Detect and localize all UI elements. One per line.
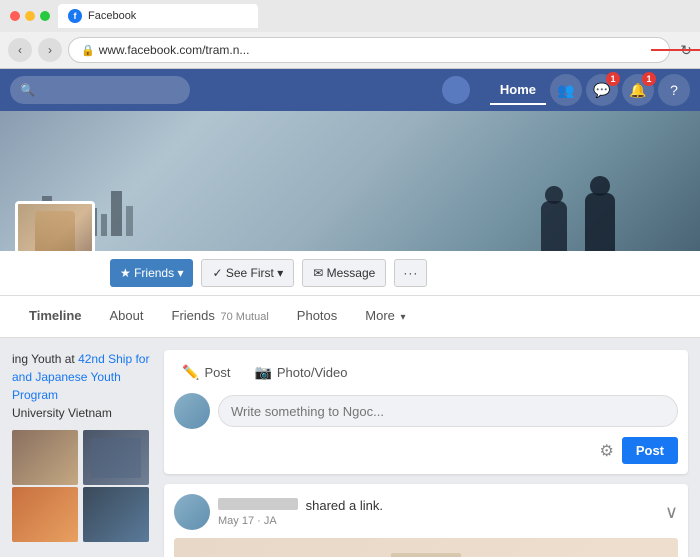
profile-avatar-image [18,204,92,251]
nav-right: Home 👥 💬 1 🔔 1 ? [442,74,690,106]
profile-cover [0,111,700,251]
composer-footer: ⚙ Post [174,437,678,464]
browser-tab[interactable]: f Facebook [58,4,258,28]
expand-icon[interactable]: ∨ [665,502,678,523]
left-sidebar: ing Youth at 42nd Ship for and Japanese … [12,350,152,553]
home-link[interactable]: Home [490,76,546,105]
forward-button[interactable]: › [38,38,62,62]
back-button[interactable]: ‹ [8,38,32,62]
tab-timeline-label: Timeline [29,308,82,323]
sidebar-photo-3[interactable] [12,487,78,542]
tab-more-label: More [365,308,395,323]
sidebar-photo-image-2 [83,430,149,485]
tab-title: Facebook [88,10,136,22]
sidebar-photos [12,430,152,542]
sidebar-photo-image-4 [83,487,149,542]
cover-photo [0,111,700,251]
feed-post: shared a link. May 17 · JA ∨ [164,484,688,557]
maximize-dot[interactable] [40,11,50,21]
tab-photos[interactable]: Photos [283,298,351,335]
more-actions-button[interactable]: ··· [394,259,427,287]
post-header: shared a link. May 17 · JA ∨ [174,494,678,530]
see-first-button[interactable]: ✓ See First ▾ [201,259,294,287]
lock-icon: 🔒 [81,44,95,57]
sidebar-photo-1[interactable] [12,430,78,485]
tab-about-label: About [110,308,144,323]
post-meta: shared a link. May 17 · JA [218,498,665,527]
post-action: shared a link. [306,498,383,513]
dot-separator: · [257,515,264,527]
sidebar-photo-image-3 [12,487,78,542]
messages-badge: 1 [606,72,620,86]
post-thumbnail [391,553,461,557]
post-author-name: shared a link. [218,498,665,513]
browser-addressbar: ‹ › 🔒 www.facebook.com/tram.n... ↻ [0,32,700,68]
url-text: www.facebook.com/tram.n... [99,43,250,57]
sidebar-photo-2[interactable] [83,430,149,485]
friends-count: 70 Mutual [220,311,268,323]
post-composer: ✏️ Post 📷 Photo/Video ⚙ Post [164,350,688,474]
photo-tab-label: Photo/Video [277,365,348,380]
help-icon: ? [670,82,678,98]
friends-button[interactable]: ★ Friends ▾ [110,259,193,287]
refresh-button[interactable]: ↻ [680,42,692,59]
blurred-name [218,498,298,510]
profile-avatar[interactable] [15,201,95,251]
tab-friends[interactable]: Friends 70 Mutual [158,298,283,335]
pencil-icon: ✏️ [182,364,199,381]
message-button[interactable]: ✉ Message [302,259,386,287]
close-dot[interactable] [10,11,20,21]
nav-avatar[interactable] [442,76,470,104]
messages-icon-btn[interactable]: 💬 1 [586,74,618,106]
post-tab-label: Post [204,365,230,380]
tab-more[interactable]: More ▾ [351,298,419,335]
friends-icon: 👥 [557,82,574,99]
post-submit-button[interactable]: Post [622,437,678,464]
tab-photos-label: Photos [297,308,337,323]
browser-chrome: f Facebook ‹ › 🔒 www.facebook.com/tram.n… [0,0,700,69]
minimize-dot[interactable] [25,11,35,21]
composer-post-tab[interactable]: ✏️ Post [174,360,238,385]
search-box[interactable]: 🔍 [10,76,190,104]
facebook-navbar: 🔍 Home 👥 💬 1 🔔 1 ? [0,69,700,111]
composer-avatar [174,393,210,429]
right-feed: ✏️ Post 📷 Photo/Video ⚙ Post [164,350,688,553]
post-time: May 17 · JA [218,515,665,527]
intro-text: ing Youth at 42nd Ship for and Japanese … [12,350,152,422]
notifications-icon-btn[interactable]: 🔔 1 [622,74,654,106]
post-author-avatar[interactable] [174,494,210,530]
intro-static: ing Youth at [12,352,78,366]
post-image [174,538,678,557]
tab-friends-label: Friends [172,308,215,323]
profile-tabs: Timeline About Friends 70 Mutual Photos … [0,296,700,338]
main-content: ing Youth at 42nd Ship for and Japanese … [0,338,700,557]
sidebar-photo-image-1 [12,430,78,485]
settings-icon[interactable]: ⚙ [599,441,613,461]
search-icon: 🔍 [20,83,35,97]
browser-dots [10,11,50,21]
address-bar[interactable]: 🔒 www.facebook.com/tram.n... [68,37,670,63]
chevron-down-icon: ▾ [401,312,406,323]
help-icon-btn[interactable]: ? [658,74,690,106]
composer-tabs: ✏️ Post 📷 Photo/Video [174,360,678,385]
friends-icon-btn[interactable]: 👥 [550,74,582,106]
facebook-favicon: f [68,9,82,23]
tab-about[interactable]: About [96,298,158,335]
composer-photo-tab[interactable]: 📷 Photo/Video [246,360,355,385]
notifications-badge: 1 [642,72,656,86]
composer-input-row [174,393,678,429]
sidebar-photo-4[interactable] [83,487,149,542]
profile-actions: ★ Friends ▾ ✓ See First ▾ ✉ Message ··· [0,251,700,296]
browser-titlebar: f Facebook [0,0,700,32]
tab-timeline[interactable]: Timeline [15,298,96,335]
composer-text-input[interactable] [218,395,678,427]
photo-icon: 📷 [254,364,271,381]
intro-university: University Vietnam [12,406,112,420]
